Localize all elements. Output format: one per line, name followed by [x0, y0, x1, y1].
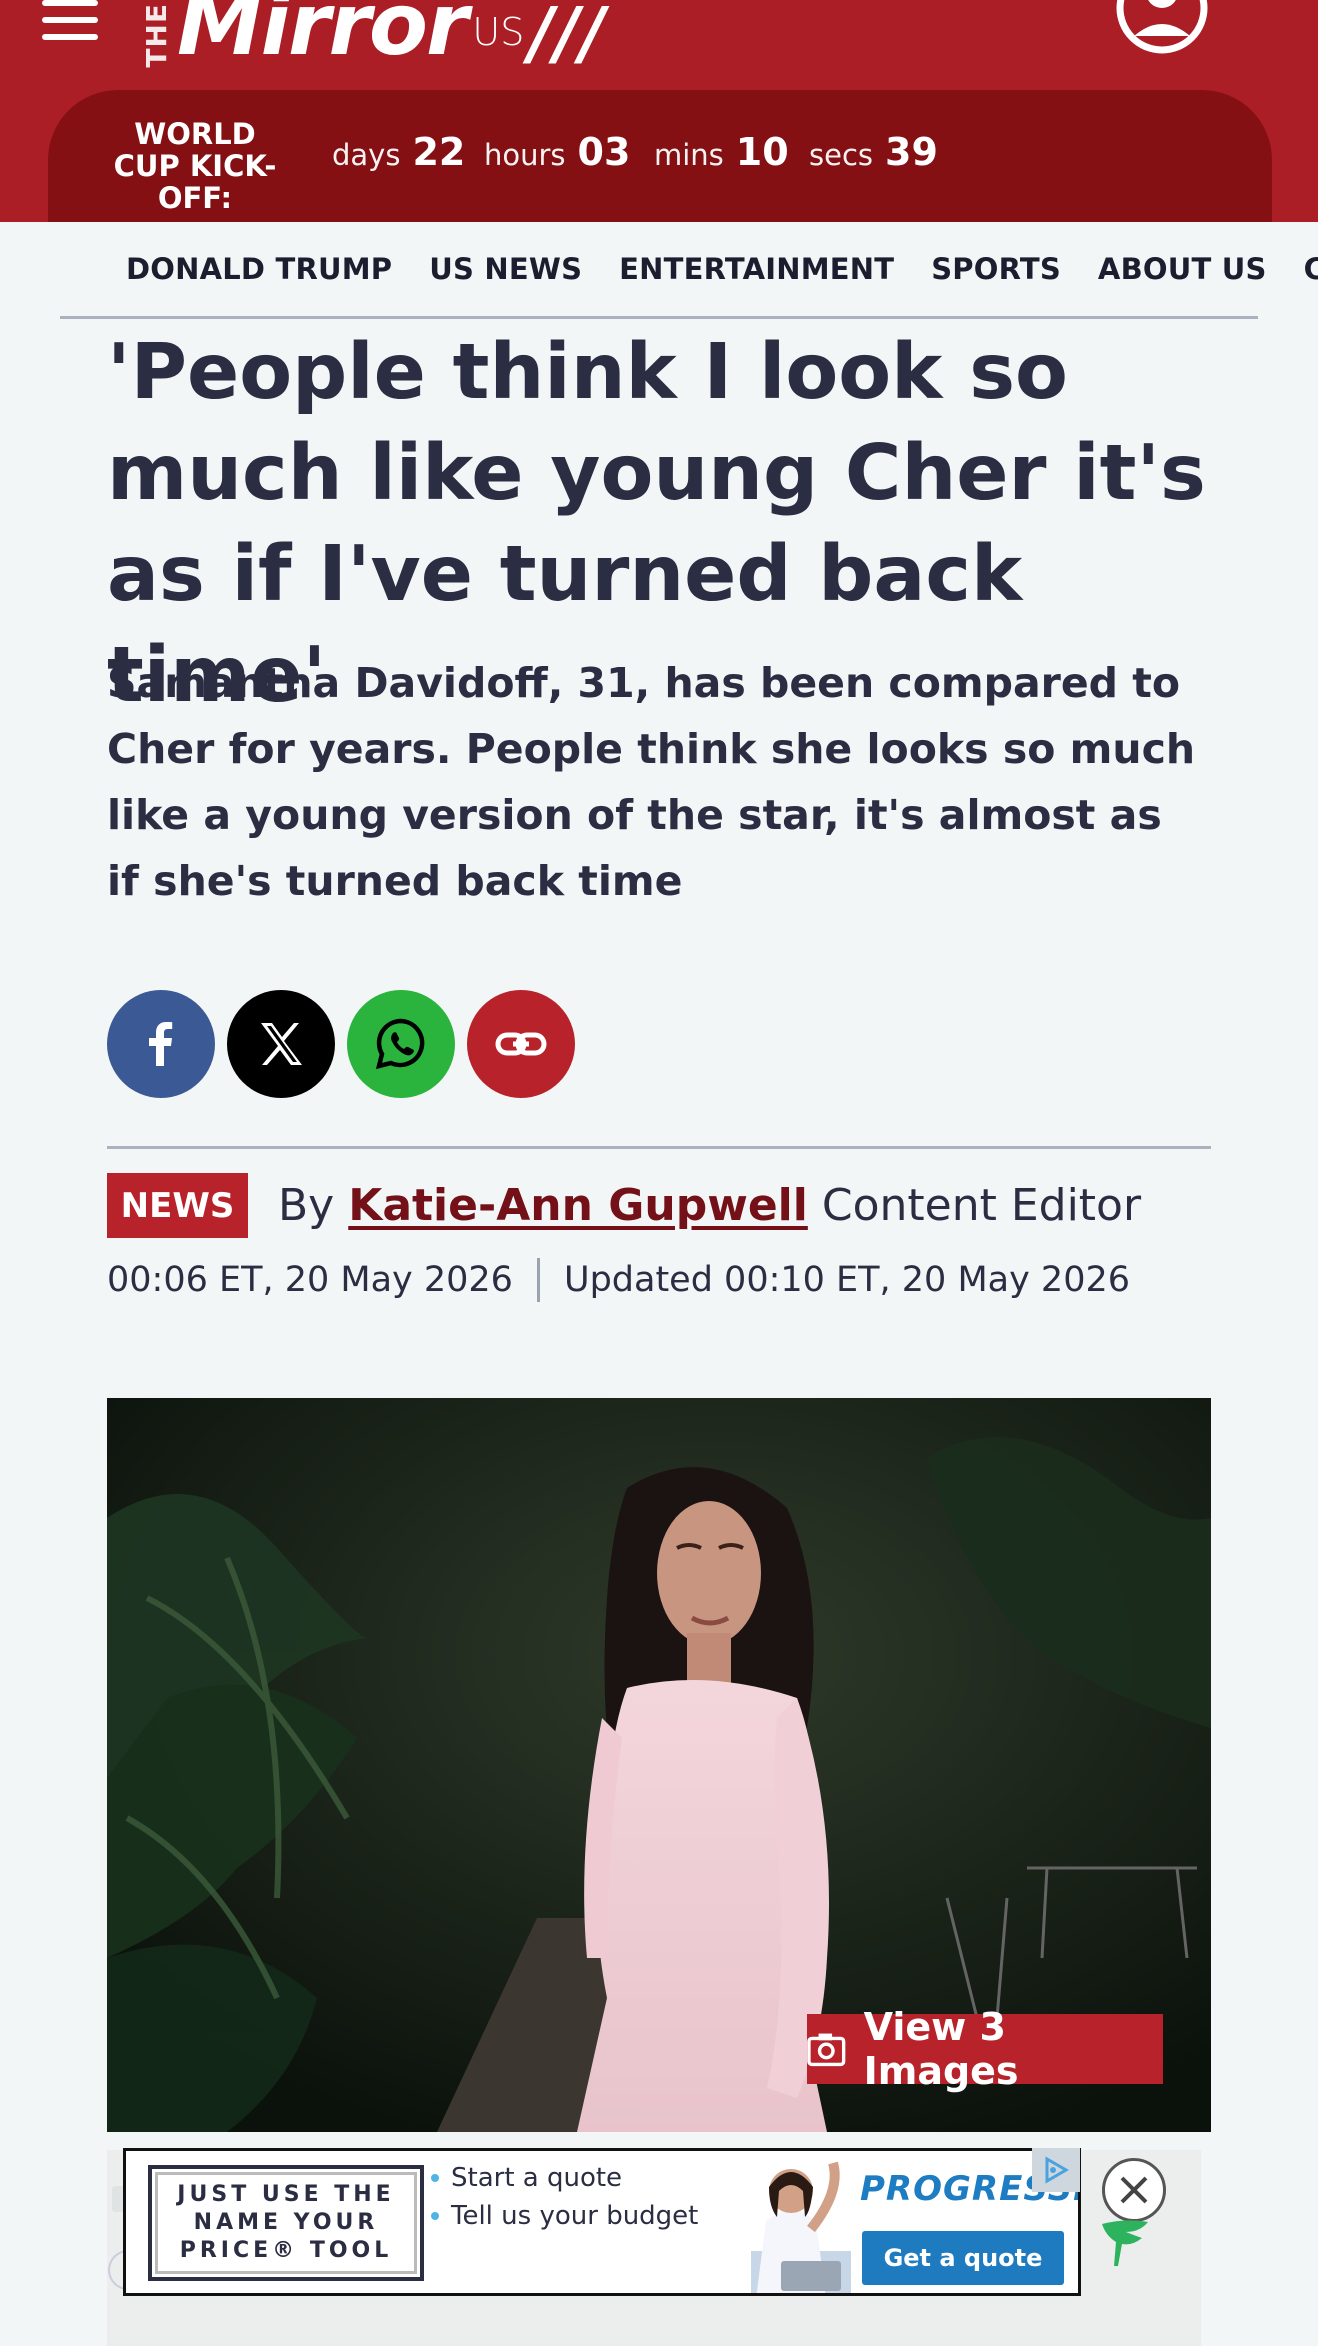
countdown-days: days 22 — [332, 130, 466, 174]
article-standfirst: Samantha Davidoff, 31, has been compared… — [107, 659, 1196, 905]
countdown-mins: mins 10 — [654, 130, 789, 174]
nav-item-about-us[interactable]: ABOUT US — [1098, 252, 1267, 286]
byline-divider — [107, 1146, 1211, 1149]
updated-time: Updated 00:10 ET, 20 May 2026 — [563, 1260, 1131, 1300]
world-cup-countdown: WORLD CUP KICK-OFF: days 22 hours 03 mins 1… — [48, 90, 1272, 225]
countdown-label: WORLD CUP KICK-OFF: — [113, 117, 277, 215]
countdown-secs: secs 39 — [809, 130, 938, 174]
close-ad-icon[interactable] — [1102, 2158, 1166, 2222]
menu-icon[interactable] — [42, 0, 100, 40]
date-separator — [536, 1258, 540, 1302]
share-x-button[interactable] — [227, 990, 335, 1098]
ad-feather-icon — [1102, 2220, 1148, 2266]
link-icon — [495, 1032, 547, 1056]
camera-icon — [807, 2033, 846, 2067]
logo-mirror: Mirror — [177, 0, 468, 75]
ad-get-quote-button[interactable]: Get a quote — [862, 2231, 1064, 2285]
ad-tool-box: JUST USE THE NAME YOUR PRICE® TOOL — [148, 2165, 424, 2281]
ad-bullets: Start a quote Tell us your budget — [431, 2159, 698, 2235]
author-link[interactable]: Katie-Ann Gupwell — [348, 1180, 808, 1231]
whatsapp-icon — [375, 1018, 425, 1070]
copy-link-button[interactable] — [467, 990, 575, 1098]
view-images-button[interactable]: View 3 Images — [807, 2005, 1163, 2093]
share-facebook-button[interactable] — [107, 990, 215, 1098]
nav-divider — [60, 316, 1258, 319]
logo-us: US — [472, 10, 525, 54]
facebook-icon — [149, 1022, 173, 1066]
nav-item-donald-trump[interactable]: DONALD TRUMP — [126, 252, 392, 286]
share-whatsapp-button[interactable] — [347, 990, 455, 1098]
ad-person-image — [751, 2161, 851, 2293]
user-account-icon[interactable] — [1114, 0, 1210, 54]
ad-bullet: Start a quote — [431, 2159, 698, 2197]
masthead: THE Mirror US /// WORLD CUP KICK-OFF: da… — [0, 0, 1318, 225]
x-icon — [261, 1023, 302, 1065]
view-images-label: View 3 Images — [863, 2005, 1019, 2093]
published-time: 00:06 ET, 20 May 2026 — [107, 1260, 513, 1300]
author-role: Content Editor — [821, 1180, 1142, 1231]
mirror-logo[interactable]: THE Mirror US /// — [140, 0, 612, 75]
ad-bullet: Tell us your budget — [431, 2197, 698, 2235]
logo-slashes: /// — [521, 0, 613, 74]
nav-item-truncated[interactable]: COI — [1304, 252, 1318, 286]
nav-item-sports[interactable]: SPORTS — [931, 252, 1061, 286]
section-badge[interactable]: NEWS — [107, 1173, 248, 1238]
article-dates: 00:06 ET, 20 May 2026 Updated 00:10 ET, … — [107, 1258, 1130, 1302]
progressive-ad-banner[interactable]: JUST USE THE NAME YOUR PRICE® TOOL Start… — [123, 2148, 1081, 2296]
countdown-hours: hours 03 — [484, 130, 631, 174]
section-nav: DONALD TRUMP US NEWS ENTERTAINMENT SPORT… — [0, 222, 1318, 322]
nav-item-entertainment[interactable]: ENTERTAINMENT — [619, 252, 894, 286]
nav-item-us-news[interactable]: US NEWS — [429, 252, 582, 286]
logo-the: THE — [140, 3, 173, 68]
byline: By Katie-Ann Gupwell Content Editor — [278, 1180, 1141, 1231]
adchoices-icon[interactable] — [1032, 2148, 1080, 2192]
byline-by: By — [278, 1180, 335, 1231]
